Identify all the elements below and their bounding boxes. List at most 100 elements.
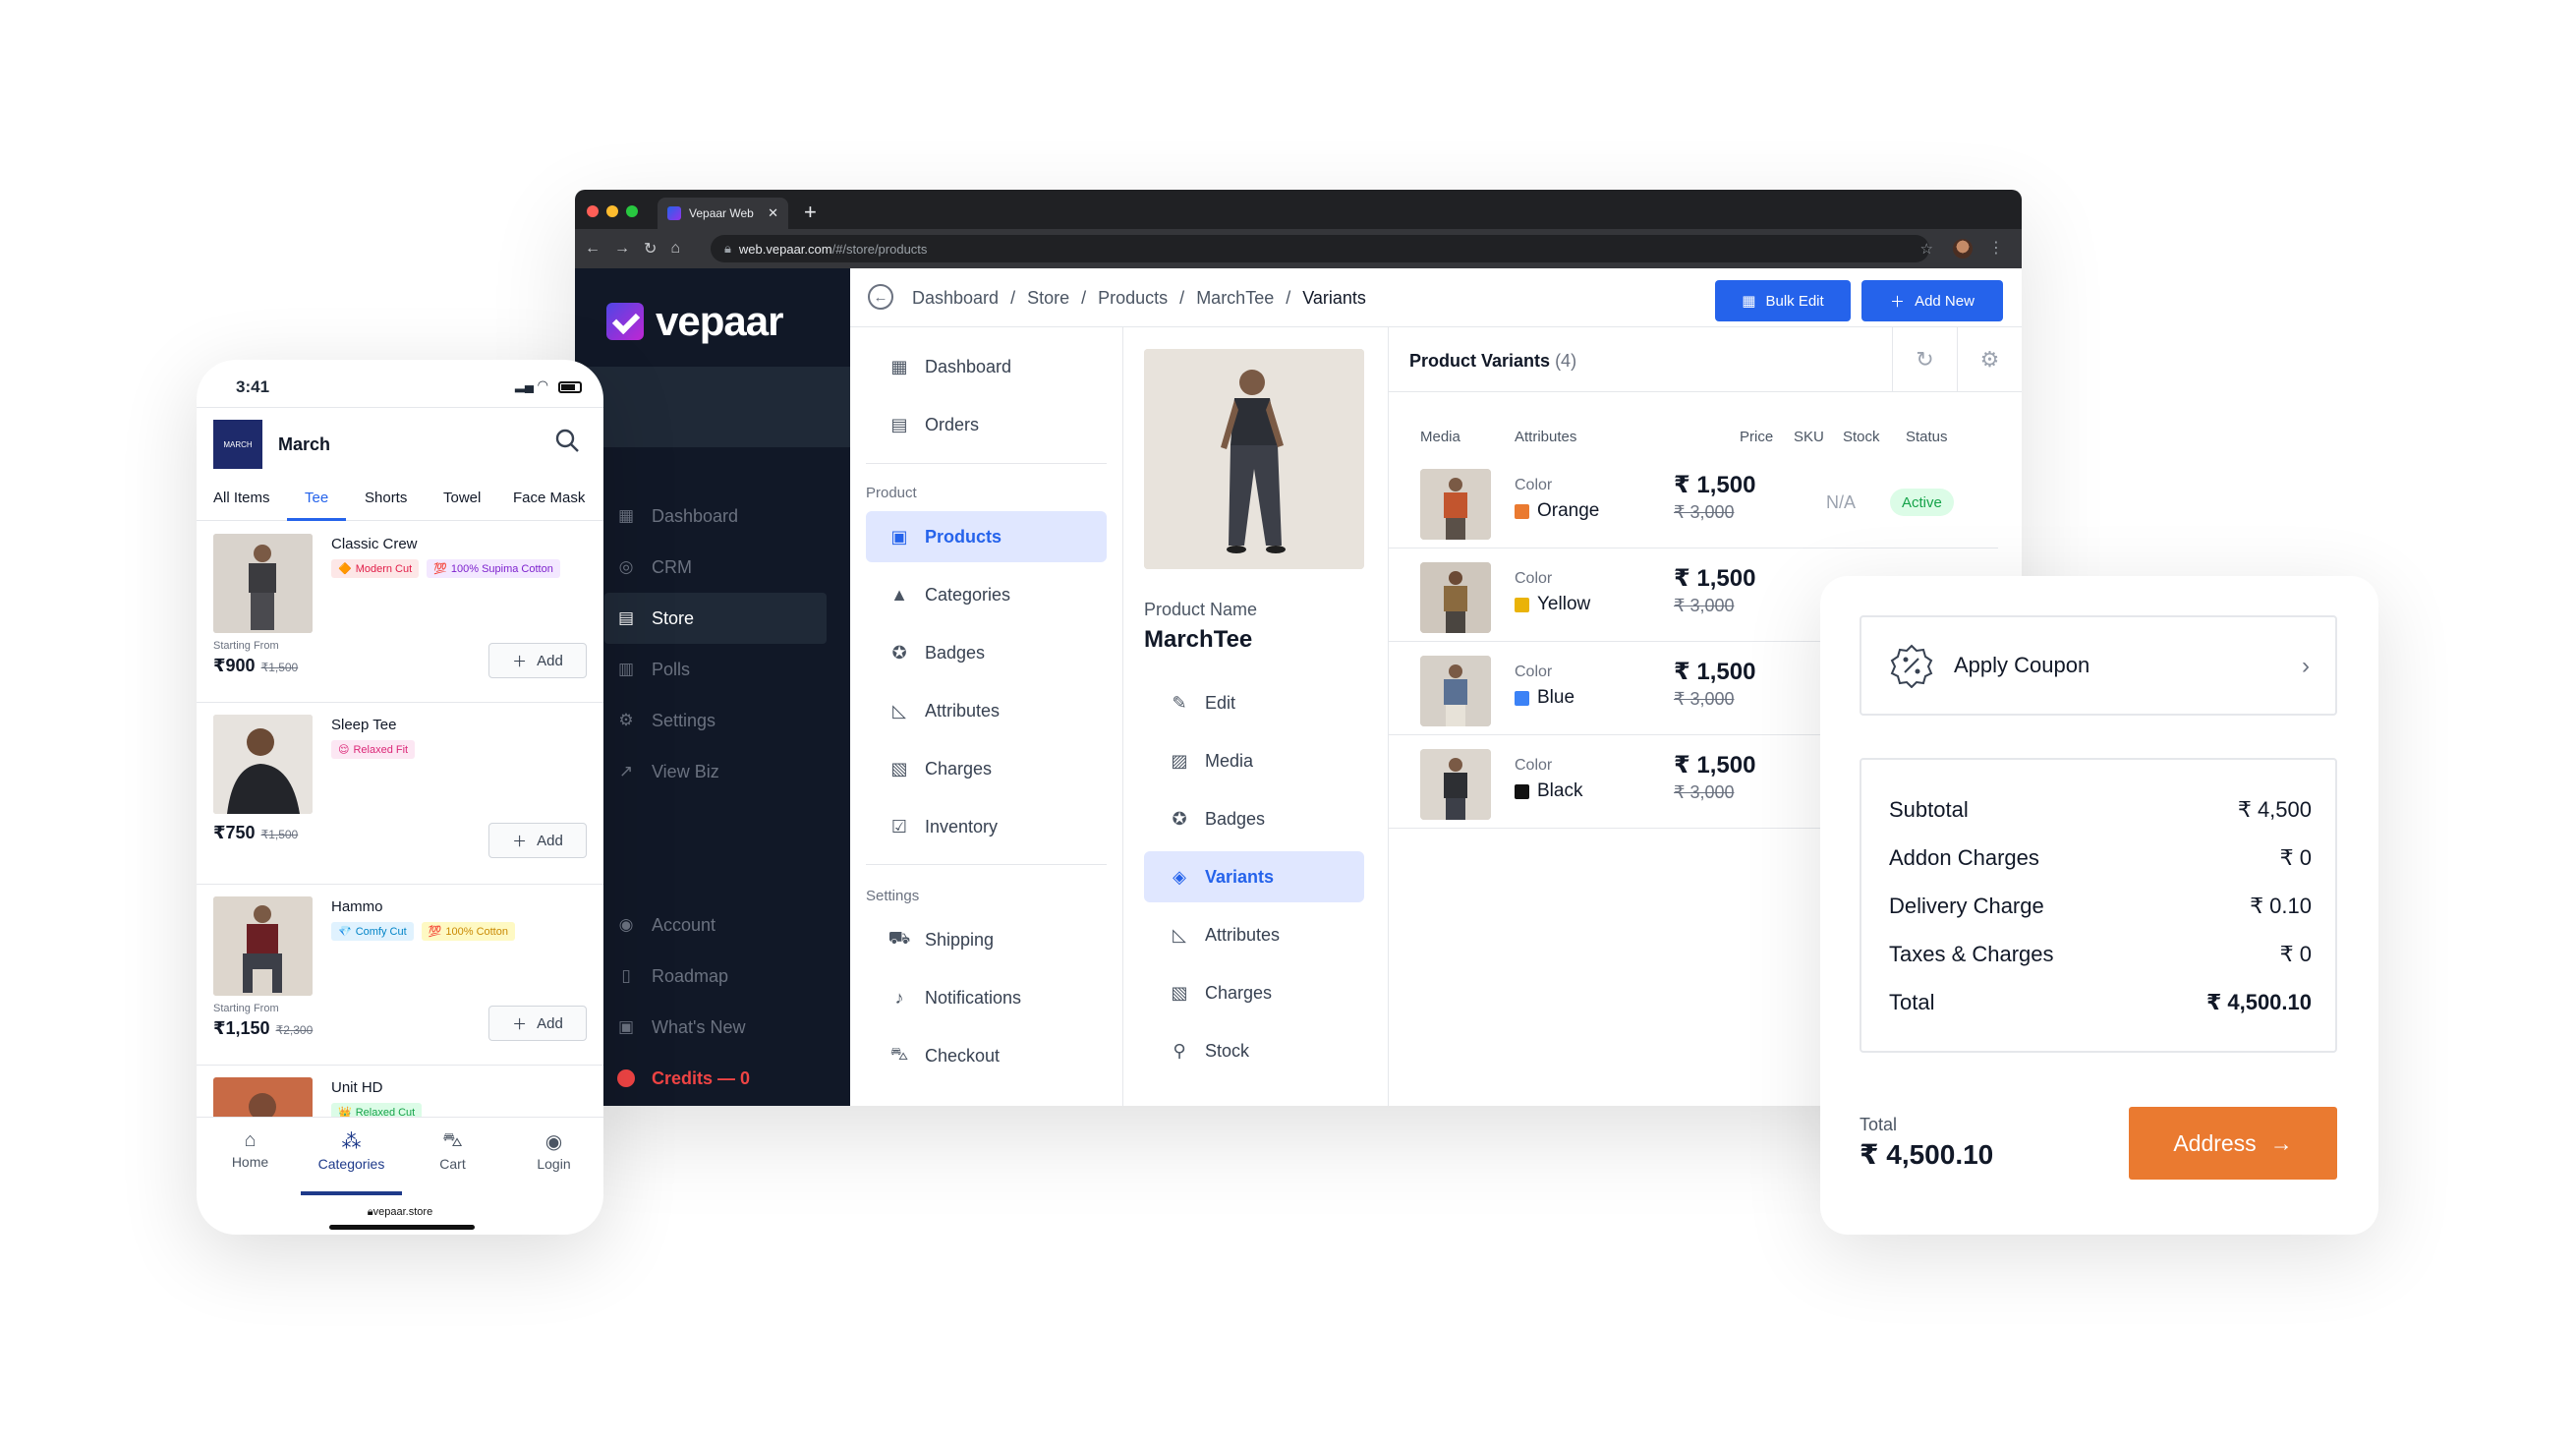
variant-old-price: ₹ 3,000 [1674,782,1735,802]
menu-item-notifications[interactable]: ♪ Notifications [866,972,1107,1023]
breadcrumb-products[interactable]: Products [1098,288,1168,309]
add-to-cart-button[interactable]: ＋ Add [488,823,587,858]
shapes-icon: ▲ [890,584,908,605]
menu-item-products[interactable]: ▣ Products [866,511,1107,562]
tab-towel[interactable]: Towel [443,490,481,506]
breadcrumb-separator: / [1286,288,1291,308]
menu-item-categories[interactable]: ▲ Categories [866,569,1107,620]
menu-item-attributes[interactable]: ◺ Attributes [866,685,1107,736]
sidebar-item-credits[interactable]: Credits — 0 [616,1053,842,1104]
profile-avatar[interactable] [1953,239,1973,259]
product-action-edit[interactable]: ✎ Edit [1144,677,1364,728]
product-action-media[interactable]: ▨ Media [1144,735,1364,786]
add-to-cart-button[interactable]: ＋ Add [488,1006,587,1041]
address-bar[interactable]: 🔒︎ web.vepaar.com/#/store/products [711,235,1929,262]
menu-item-badges[interactable]: ✪ Badges [866,627,1107,678]
sidebar-item-crm[interactable]: ◎ CRM [616,542,842,593]
list-item[interactable]: Classic Crew 🔶 Modern Cut 💯 100% Supima Co… [197,522,603,703]
product-price: ₹900 ₹1,500 [213,656,298,676]
product-action-attributes[interactable]: ◺ Attributes [1144,909,1364,960]
summary-label: Delivery Charge [1889,894,2044,918]
refresh-icon[interactable]: ↻ [1892,327,1957,392]
add-to-cart-button[interactable]: ＋ Add [488,643,587,678]
back-arrow-icon[interactable]: ← [585,240,601,258]
summary-value: ₹ 4,500.10 [2205,990,2312,1014]
column-sku: SKU [1794,429,1824,445]
product-action-badges[interactable]: ✪ Badges [1144,793,1364,844]
status-time: 3:41 [236,377,270,396]
external-link-icon: ↗ [618,762,634,780]
minimize-window-button[interactable] [606,205,618,217]
maximize-window-button[interactable] [626,205,638,217]
address-button[interactable]: Address → [2129,1107,2337,1180]
list-item[interactable]: Hammo 💎 Comfy Cut 💯 100% Cotton Starting F… [197,885,603,1066]
sidebar-item-settings[interactable]: ⚙ Settings [616,695,842,746]
color-swatch [1515,597,1529,612]
menu-item-inventory[interactable]: ☑ Inventory [866,801,1107,852]
back-circle-icon[interactable]: ← [868,284,893,310]
search-icon[interactable] [554,428,580,453]
menu-item-charges[interactable]: ▧ Charges [866,743,1107,794]
variant-price: ₹ 1,500 [1674,659,1756,685]
truck-icon: ⛟ [887,928,911,948]
summary-value: ₹ 4,500 [2237,797,2312,822]
column-attributes: Attributes [1515,429,1577,445]
starting-from-label: Starting From [213,640,279,652]
sidebar-item-whats-new[interactable]: ▣ What's New [616,1002,842,1053]
sidebar-item-account[interactable]: ◉ Account [616,899,842,951]
gear-icon[interactable]: ⚙ [1957,327,2022,392]
add-new-button[interactable]: ＋ Add New [1861,280,2003,321]
breadcrumb-store[interactable]: Store [1027,288,1069,309]
tab-all-items[interactable]: All Items [213,490,270,506]
product-thumbnail [213,534,313,633]
breadcrumb-marchtee[interactable]: MarchTee [1196,288,1274,309]
nav-login[interactable]: ◉ Login [503,1129,603,1172]
pencil-icon: ✎ [1172,692,1187,713]
menu-item-orders[interactable]: ▤ Orders [866,399,1107,450]
browser-menu-icon[interactable]: ⋮ [1988,238,2004,258]
home-icon[interactable]: ⌂ [670,240,680,258]
close-window-button[interactable] [587,205,599,217]
sidebar-item-roadmap[interactable]: ▯ Roadmap [616,951,842,1002]
list-item[interactable]: Unit HD 👑 Relaxed Cut [197,1066,603,1117]
tab-face-mask[interactable]: Face Mask [513,490,585,506]
checkout-summary-card: Apply Coupon › Subtotal ₹ 4,500 Addon Cha… [1820,576,2378,1235]
tab-shorts[interactable]: Shorts [365,490,407,506]
product-action-stock[interactable]: ⚲ Stock [1144,1025,1364,1076]
product-action-variants[interactable]: ◈ Variants [1144,851,1364,902]
apply-coupon-button[interactable]: Apply Coupon › [1860,615,2337,716]
price-summary: Subtotal ₹ 4,500 Addon Charges ₹ 0 Deliver… [1860,758,2337,1053]
menu-item-checkout[interactable]: ⛍ Checkout [866,1030,1107,1081]
sidebar-item-view-biz[interactable]: ↗ View Biz [616,746,842,797]
table-row[interactable]: Color Orange ₹ 1,500 ₹ 3,000 N/A Active [1389,455,1998,548]
store-logo[interactable]: MARCH [213,420,262,469]
sidebar-item-store[interactable]: ▤ Store [604,593,827,644]
bookmark-star-icon[interactable]: ☆ [1920,240,1933,258]
browser-tab[interactable]: Vepaar Web ✕ [658,198,788,229]
tab-tee[interactable]: Tee [305,490,328,506]
reload-icon[interactable]: ↻ [644,239,657,259]
forward-arrow-icon[interactable]: → [614,240,630,258]
new-tab-button[interactable]: + [804,200,817,225]
bulk-edit-button[interactable]: ▦ Bulk Edit [1715,280,1851,321]
vepaar-logo[interactable]: vepaar [606,298,783,345]
nav-categories[interactable]: ⁂ Categories [301,1129,402,1172]
menu-item-shipping[interactable]: ⛟ Shipping [866,914,1107,965]
active-nav-indicator [301,1191,402,1195]
sidebar-item-polls[interactable]: ▥ Polls [616,644,842,695]
column-status: Status [1906,429,1948,445]
plus-icon: ＋ [512,1015,528,1033]
menu-item-dashboard[interactable]: ▦ Dashboard [866,341,1107,392]
tab-title: Vepaar Web [689,206,754,220]
list-item[interactable]: Sleep Tee 😌 Relaxed Fit ₹750 ₹1,500 ＋ Add [197,703,603,885]
product-action-label: Badges [1205,808,1266,829]
product-action-charges[interactable]: ▧ Charges [1144,967,1364,1018]
cart-icon: ⛍ [442,1129,463,1151]
signal-wifi-icon: ▂▄ ◠ [514,377,548,392]
sidebar-item-dashboard[interactable]: ▦ Dashboard [616,491,842,542]
color-swatch [1515,690,1529,706]
breadcrumb-dashboard[interactable]: Dashboard [912,288,999,309]
nav-cart[interactable]: ⛍ Cart [402,1129,503,1172]
tab-close-icon[interactable]: ✕ [768,205,778,221]
nav-home[interactable]: ⌂ Home [200,1129,301,1170]
